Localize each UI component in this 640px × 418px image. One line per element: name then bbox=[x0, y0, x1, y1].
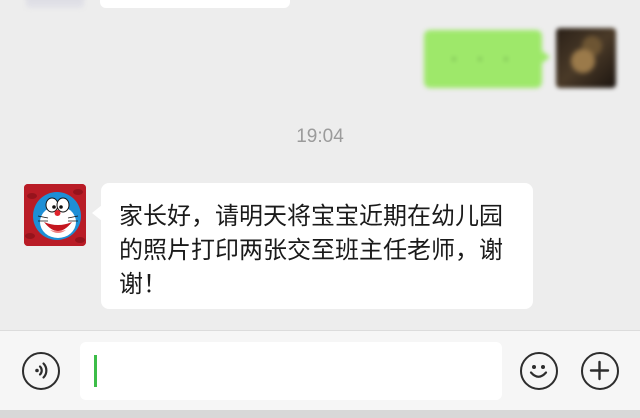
text-caret bbox=[94, 355, 97, 387]
message-timestamp: 19:04 bbox=[296, 126, 344, 147]
received-message-text: 家长好，请明天将宝宝近期在幼儿园的照片打印两张交至班主任老师，谢谢！ bbox=[119, 202, 503, 298]
bottom-strip bbox=[0, 410, 640, 418]
sent-message-text: · · · bbox=[450, 48, 516, 73]
emoji-icon bbox=[529, 365, 548, 378]
doraemon-avatar[interactable] bbox=[24, 184, 86, 246]
chat-screen: · · · 19:04 家长好，请明天将宝宝近期在幼儿园的照片打印两张交至班主任… bbox=[0, 0, 640, 418]
voice-button[interactable] bbox=[22, 352, 60, 390]
message-input[interactable] bbox=[80, 342, 502, 400]
previous-avatar[interactable] bbox=[26, 0, 84, 8]
more-button[interactable] bbox=[581, 352, 619, 390]
sent-message-bubble[interactable]: · · · bbox=[424, 30, 550, 88]
doraemon-avatar-image bbox=[24, 184, 86, 246]
my-avatar[interactable] bbox=[556, 28, 616, 88]
chat-input-bar bbox=[0, 330, 640, 411]
emoji-button[interactable] bbox=[520, 352, 558, 390]
plus-icon bbox=[589, 360, 610, 381]
received-message-bubble[interactable]: 家长好，请明天将宝宝近期在幼儿园的照片打印两张交至班主任老师，谢谢！ bbox=[92, 183, 533, 309]
previous-message-bubble[interactable] bbox=[100, 0, 290, 8]
voice-icon bbox=[35, 362, 48, 379]
